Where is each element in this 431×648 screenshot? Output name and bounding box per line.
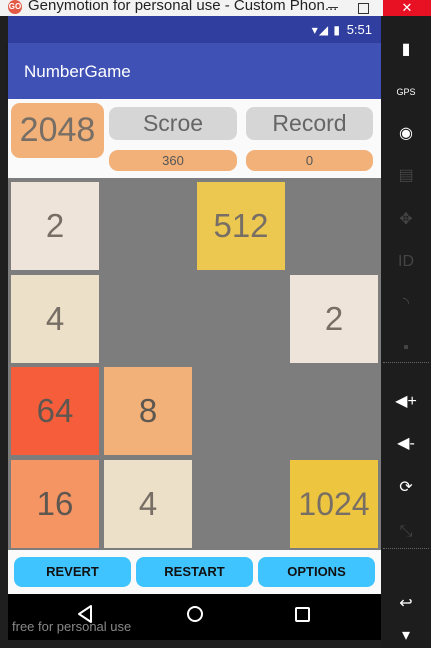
camera-icon[interactable]: ◉: [392, 120, 420, 148]
volume-up-icon[interactable]: ◀+: [392, 388, 420, 416]
gps-icon[interactable]: GPS: [392, 78, 420, 106]
restart-button[interactable]: RESTART: [136, 557, 253, 587]
status-time: 5:51: [346, 22, 372, 37]
signal-battery-icons: ▾◢ ▮: [311, 23, 341, 37]
score-label: Scroe: [109, 107, 237, 140]
board-tile: 16: [11, 460, 99, 548]
minimize-button[interactable]: [318, 0, 348, 16]
board-tile: 8: [104, 367, 192, 455]
board-tile: 64: [11, 367, 99, 455]
record-value: 0: [246, 150, 373, 171]
back-icon[interactable]: ↩: [392, 590, 420, 618]
dpad-icon[interactable]: ✥: [392, 206, 420, 234]
toolbar-separator: [383, 362, 429, 363]
status-bar: ▾◢ ▮ 5:51: [8, 16, 381, 43]
battery-icon[interactable]: ▮: [392, 36, 420, 64]
window-titlebar: GO Genymotion for personal use - Custom …: [0, 0, 431, 16]
options-button[interactable]: OPTIONS: [258, 557, 375, 587]
maximize-button[interactable]: [348, 0, 378, 16]
board-tile: 512: [197, 182, 285, 270]
watermark-text: free for personal use: [12, 619, 132, 634]
genymotion-logo-icon: GO: [8, 0, 22, 14]
pixel-perfect-icon[interactable]: ⤡: [392, 518, 420, 546]
network-icon[interactable]: ◝: [392, 290, 420, 318]
game-board[interactable]: 2 512 4 2 64 8 16 4 1024: [8, 178, 381, 550]
home-icon[interactable]: [187, 606, 203, 622]
sms-icon[interactable]: ▪: [392, 334, 420, 362]
app-title: NumberGame: [24, 62, 131, 81]
menu-icon[interactable]: ▾: [392, 622, 420, 648]
close-button[interactable]: ✕: [383, 0, 431, 16]
window-title: Genymotion for personal use - Custom Pho…: [28, 0, 338, 14]
device-frame-bottom: [0, 640, 381, 648]
volume-down-icon[interactable]: ◀-: [392, 430, 420, 458]
id-icon[interactable]: ID: [392, 248, 420, 276]
emulator-side-toolbar: ▮ GPS ◉ ▤ ✥ ID ◝ ▪ ◀+ ◀- ⟳ ⤡ ↩ ▾: [381, 16, 431, 648]
board-tile: 4: [104, 460, 192, 548]
toolbar-separator: [383, 548, 429, 549]
score-value: 360: [109, 150, 237, 171]
game-logo-tile: 2048: [11, 103, 104, 158]
device-frame-left: [0, 16, 8, 648]
rotate-icon[interactable]: ⟳: [392, 474, 420, 502]
app-bar: NumberGame: [8, 43, 381, 99]
board-tile: 2: [11, 182, 99, 270]
board-tile: 1024: [290, 460, 378, 548]
revert-button[interactable]: REVERT: [14, 557, 131, 587]
video-capture-icon[interactable]: ▤: [392, 162, 420, 190]
board-tile: 4: [11, 275, 99, 363]
board-tile: 2: [290, 275, 378, 363]
record-label: Record: [246, 107, 373, 140]
recent-apps-icon[interactable]: [295, 607, 310, 622]
